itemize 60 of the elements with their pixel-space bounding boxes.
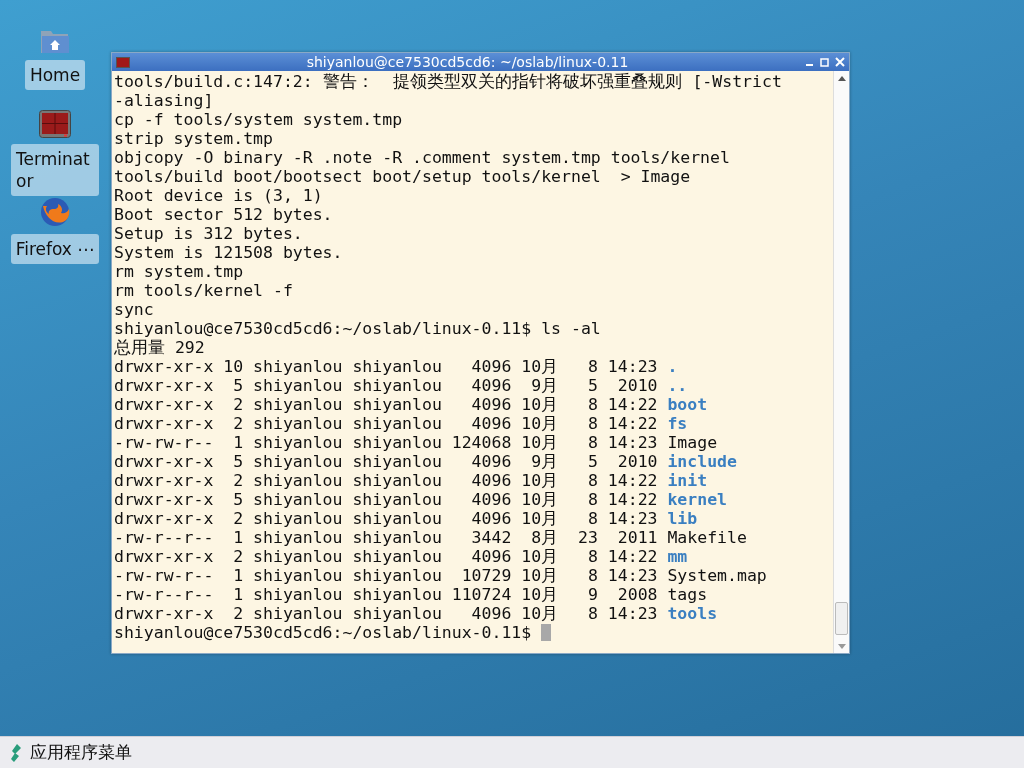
close-icon[interactable] bbox=[835, 57, 845, 67]
terminal-line: shiyanlou@ce7530cd5cd6:~/oslab/linux-0.11$ ls -al bbox=[114, 319, 601, 338]
terminal-line: Boot sector 512 bytes. bbox=[114, 205, 333, 224]
file-name: System.map bbox=[667, 566, 767, 585]
terminal-line: drwxr-xr-x 5 shiyanlou shiyanlou 4096 9月 5 2010 bbox=[114, 376, 659, 395]
window-title: shiyanlou@ce7530cd5cd6: ~/oslab/linux-0.11 bbox=[305, 54, 630, 70]
terminal-icon[interactable] bbox=[39, 110, 71, 138]
terminal-line: -rw-rw-r-- 1 shiyanlou shiyanlou 10729 10月 8 14:23 bbox=[114, 566, 659, 585]
file-name: init bbox=[667, 471, 708, 490]
file-name: boot bbox=[667, 395, 708, 414]
terminal-line: sync bbox=[114, 300, 154, 319]
terminal-line: objcopy -O binary -R .note -R .comment system.tmp tools/kernel bbox=[114, 148, 730, 167]
file-name: . bbox=[667, 357, 678, 376]
terminal-line: -aliasing] bbox=[114, 91, 214, 110]
file-name: tags bbox=[667, 585, 708, 604]
terminal-line: drwxr-xr-x 2 shiyanlou shiyanlou 4096 10月 8 14:22 bbox=[114, 395, 659, 414]
file-name: lib bbox=[667, 509, 698, 528]
maximize-icon[interactable] bbox=[820, 57, 829, 67]
browser-icon[interactable] bbox=[39, 196, 71, 228]
terminal-line: tools/build boot/bootsect boot/setup tools/kernel > Image bbox=[114, 167, 691, 186]
terminal-line: 总用量 292 bbox=[114, 338, 205, 357]
file-name: kernel bbox=[667, 490, 728, 509]
applications-menu-button[interactable]: 应用程序菜单 bbox=[10, 741, 132, 764]
desktop-icon-label[interactable]: Home bbox=[24, 60, 86, 90]
leaf-icon bbox=[10, 743, 22, 762]
terminal-line: Root device is (3, 1) bbox=[114, 186, 323, 205]
terminal-line: -rw-r--r-- 1 shiyanlou shiyanlou 3442 8月 23 2011 bbox=[114, 528, 659, 547]
terminal-line: System is 121508 bytes. bbox=[114, 243, 343, 262]
file-name: fs bbox=[667, 414, 688, 433]
text-cursor bbox=[541, 624, 552, 641]
terminal-line: -rw-r--r-- 1 shiyanlou shiyanlou 110724 10月 9 2008 bbox=[114, 585, 659, 604]
terminal-line: drwxr-xr-x 2 shiyanlou shiyanlou 4096 10月 8 14:22 bbox=[114, 547, 659, 566]
terminal-line: drwxr-xr-x 5 shiyanlou shiyanlou 4096 10月 8 14:22 bbox=[114, 490, 659, 509]
desktop-icon-label[interactable]: Terminator bbox=[11, 144, 99, 196]
desktop-icon-label[interactable]: Firefox ⋯ bbox=[10, 234, 100, 264]
terminal-line: drwxr-xr-x 10 shiyanlou shiyanlou 4096 10月 8 14:23 bbox=[114, 357, 659, 376]
terminal-line: rm system.tmp bbox=[114, 262, 244, 281]
terminal-line: drwxr-xr-x 5 shiyanlou shiyanlou 4096 9月 5 2010 bbox=[114, 452, 659, 471]
shell-prompt: shiyanlou@ce7530cd5cd6:~/oslab/linux-0.11$ bbox=[114, 623, 533, 642]
up-arrow-icon bbox=[837, 75, 846, 81]
file-name: Image bbox=[667, 433, 718, 452]
down-arrow-icon bbox=[837, 643, 846, 649]
terminal-line: drwxr-xr-x 2 shiyanlou shiyanlou 4096 10月 8 14:22 bbox=[114, 414, 659, 433]
terminal-line: drwxr-xr-x 2 shiyanlou shiyanlou 4096 10月 8 14:23 bbox=[114, 509, 659, 528]
terminal-line: Setup is 312 bytes. bbox=[114, 224, 303, 243]
file-name: tools bbox=[667, 604, 718, 623]
terminal-line: drwxr-xr-x 2 shiyanlou shiyanlou 4096 10月 8 14:22 bbox=[114, 471, 659, 490]
terminal-line: drwxr-xr-x 2 shiyanlou shiyanlou 4096 10月 8 14:23 bbox=[114, 604, 659, 623]
home-folder-icon[interactable] bbox=[40, 28, 70, 54]
terminal-icon bbox=[116, 56, 130, 68]
terminal-line: strip system.tmp bbox=[114, 129, 273, 148]
file-name: Makefile bbox=[667, 528, 747, 547]
terminal-line: -rw-rw-r-- 1 shiyanlou shiyanlou 124068 10月 8 14:23 bbox=[114, 433, 659, 452]
file-name: mm bbox=[667, 547, 688, 566]
terminal-line: rm tools/kernel -f bbox=[114, 281, 293, 300]
terminal-line: cp -f tools/system system.tmp bbox=[114, 110, 403, 129]
terminal-line: tools/build.c:147:2: 警告： 提领类型双关的指针将破坏强重叠规则 [-Wstrict bbox=[114, 72, 782, 91]
file-name: include bbox=[667, 452, 737, 471]
file-name: .. bbox=[667, 376, 688, 395]
scrollbar-thumb[interactable] bbox=[835, 602, 848, 635]
